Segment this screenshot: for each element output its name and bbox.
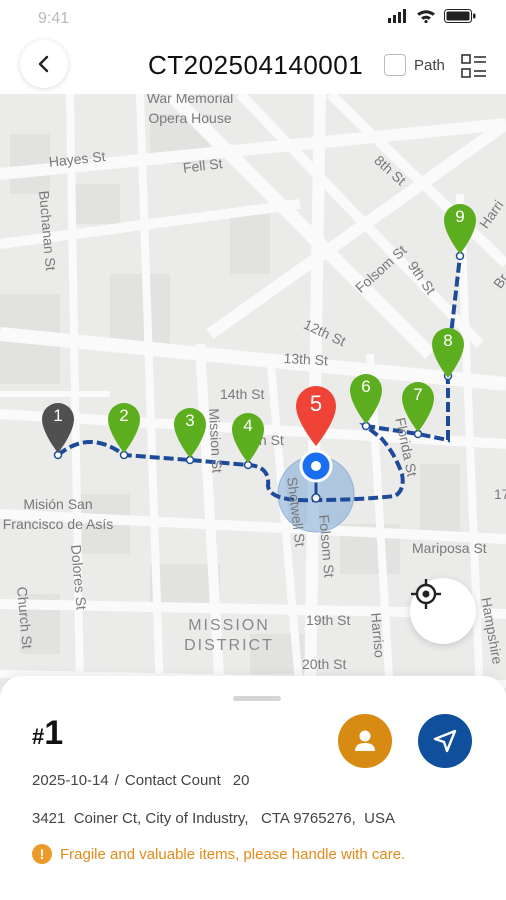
stop-pin-4[interactable]: 4 <box>228 409 268 465</box>
poi-label: Misión San Francisco de Asís <box>2 496 114 532</box>
stop-pin-label: 2 <box>119 406 129 425</box>
stop-pin-9[interactable]: 9 <box>440 200 480 256</box>
stop-pin-7[interactable]: 7 <box>398 378 438 434</box>
stop-pin-label: 1 <box>53 406 63 425</box>
stop-pin-label: 7 <box>413 385 423 404</box>
alert-icon: ! <box>32 844 52 864</box>
path-checkbox[interactable] <box>384 54 406 76</box>
path-toggle[interactable]: Path <box>384 54 445 76</box>
status-icons <box>388 9 476 23</box>
navigate-button[interactable] <box>418 714 472 768</box>
street-label: 19th St <box>306 612 351 628</box>
street-label: 17 <box>494 486 506 502</box>
signal-icon <box>388 9 406 23</box>
back-button[interactable] <box>20 40 68 88</box>
stop-pin-label: 5 <box>309 391 323 416</box>
path-label: Path <box>414 56 445 74</box>
crosshair-icon <box>411 579 441 609</box>
status-bar: 9:41 <box>0 0 506 36</box>
district-label: MISSION DISTRICT <box>184 617 274 654</box>
contact-button[interactable] <box>338 714 392 768</box>
street-label: 13th St <box>283 350 329 369</box>
header: CT202504140001 Path <box>0 36 506 94</box>
list-view-button[interactable] <box>460 52 488 80</box>
stop-pin-5[interactable]: 5 <box>292 382 340 448</box>
street-label: 20th St <box>302 656 347 672</box>
stop-pin-label: 4 <box>243 416 253 435</box>
contact-count-value: 20 <box>232 772 250 789</box>
map[interactable]: War Memorial Opera House Hayes St Fell S… <box>0 94 506 694</box>
street-label: 14th St <box>220 386 265 402</box>
sheet-drag-handle[interactable] <box>233 696 281 701</box>
meta-separator: / <box>114 772 119 789</box>
contact-count-label: Contact Count <box>124 772 221 789</box>
navigation-arrow-icon <box>433 729 457 753</box>
stop-address: 3421 Coiner Ct, City of Industry, CTA 97… <box>32 810 395 827</box>
handling-notice: ! Fragile and valuable items, please han… <box>32 844 405 864</box>
street-label: Mariposa St <box>412 540 487 556</box>
stop-pin-label: 9 <box>455 207 465 226</box>
stop-pin-label: 3 <box>185 411 195 430</box>
order-id: CT202504140001 <box>148 50 364 80</box>
battery-icon <box>444 9 476 23</box>
person-icon <box>355 730 375 751</box>
status-time: 9:41 <box>38 10 70 27</box>
stop-pin-1[interactable]: 1 <box>38 399 78 455</box>
stop-pin-3[interactable]: 3 <box>170 404 210 460</box>
locate-me-button[interactable] <box>410 578 476 644</box>
stop-meta: 2025-10-14 / Contact Count 20 <box>32 772 249 789</box>
street-label: War Memorial Opera House <box>146 94 234 126</box>
stop-pin-2[interactable]: 2 <box>104 399 144 455</box>
stop-pin-label: 6 <box>361 377 371 396</box>
stop-pin-6[interactable]: 6 <box>346 370 386 426</box>
stop-number-value: 1 <box>44 714 64 752</box>
stop-date: 2025-10-14 <box>32 772 109 789</box>
list-icon <box>461 54 486 78</box>
wifi-icon <box>417 10 435 23</box>
notice-text: Fragile and valuable items, please handl… <box>60 845 406 863</box>
stop-number-hash: # <box>32 724 45 749</box>
stop-pin-label: 8 <box>443 331 453 350</box>
chevron-left-icon <box>38 55 49 73</box>
stop-pin-8[interactable]: 8 <box>428 324 468 380</box>
stop-detail-sheet: # 1 2025-10-14 / Contact Count 20 3421 C… <box>0 676 506 900</box>
stop-number: # 1 <box>32 714 63 753</box>
